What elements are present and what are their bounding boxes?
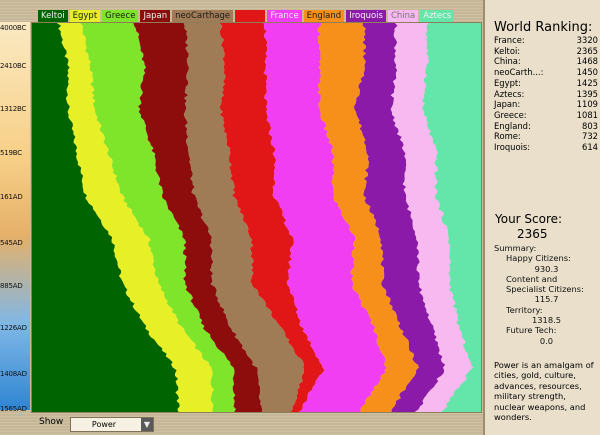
legend-item-iroquois: Iroquois: [346, 10, 386, 22]
legend-item-china: China: [387, 10, 419, 22]
ranking-civ-score: 1425: [576, 77, 598, 88]
ranking-row: France: 3320: [494, 35, 598, 46]
legend-item-rome: Rome: [235, 10, 266, 22]
ranking-row: Iroquois: 614: [494, 142, 598, 153]
legend-item-keltoi: Keltoi: [38, 10, 68, 22]
summary-label: Summary:: [494, 243, 537, 253]
ranking-civ-name: France:: [494, 35, 525, 45]
future-tech-label: Future Tech:: [506, 325, 557, 336]
ranking-civ-name: neoCarth...:: [494, 67, 544, 78]
territory-label: Territory:: [506, 304, 543, 315]
ranking-civ-score: 1109: [576, 99, 598, 110]
power-chart: [31, 22, 482, 413]
year-axis: 4000BC 2410BC 1312BC 519BC 161AD 545AD 885AD 12…: [0, 22, 30, 413]
ranking-row: England: 803: [494, 121, 598, 132]
show-dropdown-value: Power: [91, 420, 117, 429]
score-value: 2365: [517, 227, 548, 241]
ranking-civ-name: England:: [494, 120, 531, 131]
ranking-civ-score: 1450: [576, 67, 598, 78]
ranking-civ-score: 2365: [576, 45, 598, 56]
year-tick: 161AD: [0, 193, 23, 201]
power-note: Power is an amalgam of cities, gold, cul…: [494, 360, 594, 423]
year-tick: 4000BC: [0, 24, 27, 32]
app-window: 4000BC 2410BC 1312BC 519BC 161AD 545AD 885AD 12…: [0, 0, 600, 435]
future-tech-value: 0.0: [539, 335, 554, 346]
year-tick: 1408AD: [0, 370, 27, 378]
ranking-civ-score: 732: [582, 131, 598, 142]
ranking-civ-score: 1395: [576, 88, 598, 99]
ranking-civ-name: Aztecs:: [494, 88, 525, 99]
year-tick: 1565AD: [0, 405, 27, 413]
legend-item-england: England: [303, 10, 345, 22]
score-label: Your Score:: [495, 212, 563, 226]
ranking-civ-score: 1081: [576, 109, 598, 120]
legend-item-neocarthage: neoCarthage: [172, 10, 234, 22]
ranking-row: Greece: 1081: [494, 110, 598, 121]
ranking-civ-name: Greece:: [494, 109, 527, 120]
ranking-civ-name: Keltoi:: [494, 45, 521, 56]
ranking-row: Keltoi: 2365: [494, 46, 598, 57]
summary: Summary: Happy Citizens: 930.3 Content a…: [494, 243, 599, 346]
year-tick: 545AD: [0, 239, 23, 247]
ranking-row: Egypt: 1425: [494, 78, 598, 89]
ranking-civ-name: China:: [494, 56, 521, 67]
chevron-down-icon[interactable]: ▼: [141, 418, 153, 431]
ranking-row: neoCarth...: 1450: [494, 67, 598, 78]
specialist-label: Specialist Citizens:: [506, 284, 584, 295]
right-panel: World Ranking: France: 3320 Keltoi: 2365 Chi…: [483, 0, 600, 435]
legend-item-egypt: Egypt: [69, 10, 101, 22]
year-tick: 519BC: [0, 149, 22, 157]
civ-legend: Keltoi Egypt Greece Japan neoCarthage Rome Fra…: [38, 10, 455, 23]
ranking-row: Japan: 1109: [494, 99, 598, 110]
ranking-row: Rome: 732: [494, 131, 598, 142]
ranking-civ-score: 614: [582, 142, 598, 153]
territory-value: 1318.5: [531, 315, 562, 326]
content-label: Content and: [506, 273, 558, 284]
legend-item-greece: Greece: [102, 10, 139, 22]
ranking-civ-name: Iroquois:: [494, 142, 531, 153]
legend-item-france: France: [267, 10, 302, 22]
year-tick: 1312BC: [0, 105, 27, 113]
content-value: 115.7: [534, 294, 559, 305]
ranking-civ-name: Japan:: [494, 99, 521, 110]
happy-label: Happy Citizens:: [506, 253, 571, 264]
show-dropdown[interactable]: Power ▼: [70, 417, 154, 432]
happy-value: 930.3: [534, 263, 559, 274]
ranking-civ-name: Egypt:: [494, 77, 521, 88]
year-tick: 1226AD: [0, 324, 27, 332]
year-tick: 2410BC: [0, 62, 27, 70]
ranking-civ-score: 3320: [576, 35, 598, 45]
ranking-list: France: 3320 Keltoi: 2365 China: 1468 neoCarth…: [494, 35, 598, 153]
ranking-row: Aztecs: 1395: [494, 89, 598, 100]
ranking-civ-score: 1468: [576, 56, 598, 67]
show-label: Show: [39, 417, 64, 427]
ranking-row: China: 1468: [494, 56, 598, 67]
legend-item-aztecs: Aztecs: [420, 10, 455, 22]
year-tick: 885AD: [0, 282, 23, 290]
ranking-title: World Ranking:: [494, 20, 593, 35]
ranking-civ-name: Rome:: [494, 131, 521, 142]
ranking-civ-score: 803: [582, 120, 598, 131]
chart-svg: [32, 23, 481, 412]
legend-item-japan: Japan: [140, 10, 171, 22]
